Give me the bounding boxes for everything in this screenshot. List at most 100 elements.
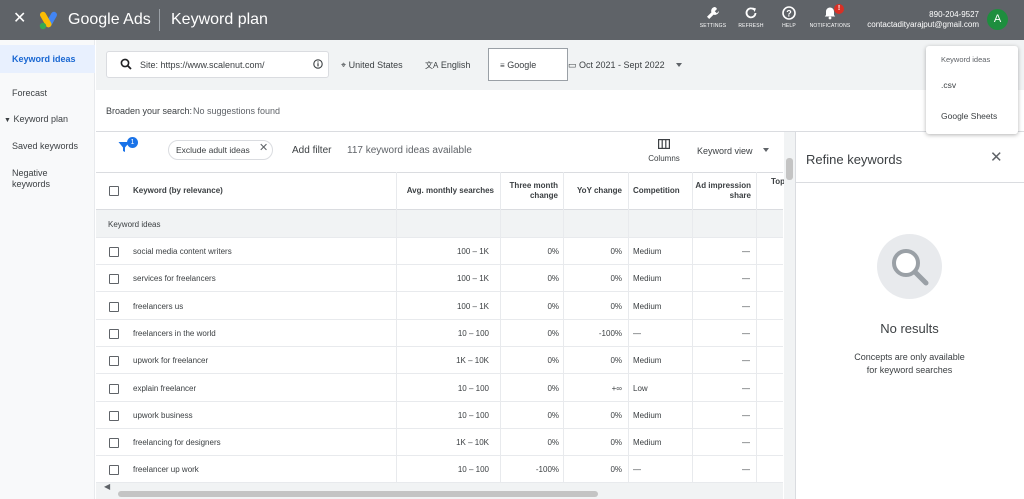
no-results-line1: Concepts are only available [854,352,965,362]
network-filter-label: ≡ Google [500,60,536,70]
download-sheets-option[interactable]: Google Sheets [941,111,997,121]
close-icon[interactable]: ✕ [13,11,26,27]
cell-comp: — [633,465,641,475]
add-filter-button[interactable]: Add filter [292,145,331,156]
cell-keyword[interactable]: freelancing for designers [133,438,221,447]
keyword-view-dropdown[interactable]: Keyword view [697,146,753,156]
refine-divider [795,182,1024,183]
notifications-label: NOTIFICATIONS [809,23,851,29]
col-header-yoy[interactable]: YoY change [563,186,622,196]
table-row[interactable]: social media content writers 100 – 1K 0% 0%… [96,238,783,265]
language-filter[interactable]: 文A English [425,60,470,71]
col-header-ad-impression-line2: share [729,191,751,200]
broaden-label: Broaden your search: [106,106,193,116]
row-checkbox[interactable] [109,465,119,476]
cell-comp: Medium [633,301,662,311]
column-divider [563,172,564,483]
cell-share: — [742,356,750,366]
google-ads-logo [39,11,57,30]
cell-avg: 10 – 100 [457,465,489,475]
row-checkbox[interactable] [109,356,119,367]
select-all-checkbox[interactable] [109,186,119,196]
notifications-button[interactable]: ! NOTIFICATIONS [806,4,854,29]
cell-keyword[interactable]: upwork for freelancer [133,356,208,365]
col-header-ad-impression[interactable]: Ad impression share [693,181,751,201]
columns-button[interactable]: Columns [646,139,682,163]
row-checkbox[interactable] [109,301,119,312]
sidebar-item-keyword-ideas[interactable]: Keyword ideas [0,45,95,73]
col-header-avg-monthly[interactable]: Avg. monthly searches [396,186,494,196]
date-range-filter[interactable]: ▭ Oct 2021 - Sept 2022 [568,60,665,71]
keyword-view-caret-icon[interactable] [763,148,769,152]
table-row[interactable]: freelancer up work 10 – 100 -100% 0% — — [96,456,783,484]
calendar-icon: ▭ [568,60,577,70]
filter-count-badge: 1 [127,137,138,148]
row-checkbox[interactable] [109,383,119,394]
cell-keyword[interactable]: freelancers in the world [133,329,216,338]
cell-keyword[interactable]: social media content writers [133,247,232,256]
table-row[interactable]: upwork business 10 – 100 0% 0% Medium — [96,401,783,429]
table-row[interactable]: explain freelancer 10 – 100 0% +∞ Low — [96,374,783,402]
table-row[interactable]: services for freelancers 100 – 1K 0% 0% Medi… [96,265,783,293]
cell-avg: 1K – 10K [456,356,489,366]
row-checkbox[interactable] [109,328,119,339]
cell-avg: 10 – 100 [457,410,489,420]
table-row[interactable]: freelancers us 100 – 1K 0% 0% Medium — [96,292,783,320]
avatar[interactable]: A [987,9,1008,30]
sidebar [0,40,95,499]
cell-share: — [742,247,750,256]
cell-three: 0% [547,301,559,311]
horizontal-scroll-thumb[interactable] [118,491,598,497]
cell-keyword[interactable]: services for freelancers [133,274,216,283]
sidebar-item-forecast[interactable]: Forecast [0,88,95,98]
cell-share: — [742,274,750,284]
row-checkbox[interactable] [109,247,119,257]
cell-comp: Medium [633,356,662,366]
cell-keyword[interactable]: upwork business [133,411,193,420]
cell-keyword[interactable]: freelancer up work [133,465,199,474]
cell-keyword[interactable]: explain freelancer [133,384,196,393]
cell-three: 0% [547,410,559,420]
cell-three: -100% [535,465,559,475]
vertical-scrollbar[interactable] [784,132,795,499]
info-icon[interactable] [313,59,323,69]
cell-comp: Medium [633,410,662,420]
table-row[interactable]: freelancers in the world 10 – 100 0% -100% —… [96,319,783,347]
table-row[interactable]: freelancing for designers 1K – 10K 0% 0% Med… [96,429,783,457]
sidebar-item-saved-keywords[interactable]: Saved keywords [0,141,95,151]
row-checkbox[interactable] [109,438,119,449]
refresh-icon [745,7,757,19]
download-csv-option[interactable]: .csv [941,80,956,90]
table-row[interactable]: upwork for freelancer 1K – 10K 0% 0% Medium — [96,347,783,375]
header-divider [159,9,160,31]
cell-avg: 100 – 1K [456,274,489,284]
date-range-caret-icon[interactable] [676,63,682,67]
col-header-competition[interactable]: Competition [633,186,680,196]
row-checkbox[interactable] [109,410,119,421]
cell-avg: 10 – 100 [457,328,489,338]
col-header-three-month[interactable]: Three month change [500,181,558,201]
cell-keyword[interactable]: freelancers us [133,302,183,311]
cell-yoy: -100% [598,328,622,338]
sidebar-item-keyword-plan[interactable]: ▼ Keyword plan [0,114,95,124]
row-checkbox[interactable] [109,274,119,285]
col-header-keyword[interactable]: Keyword (by relevance) [133,186,223,196]
chip-remove-icon[interactable]: ✕ [259,143,268,154]
cell-yoy: 0% [610,465,622,475]
scroll-left-icon[interactable]: ◀ [104,482,110,491]
page-title: Keyword plan [171,11,268,28]
vertical-scroll-thumb[interactable] [786,158,793,180]
sidebar-item-label: Keyword plan [13,114,68,124]
cell-three: 0% [547,438,559,448]
sidebar-item-negative-keywords[interactable]: Negative keywords [0,168,80,190]
col-header-top[interactable]: Top [771,177,785,187]
search-icon [120,58,132,70]
download-menu-heading: Keyword ideas [941,55,991,64]
column-divider [500,172,501,483]
location-filter[interactable]: ⌖ United States [341,60,403,71]
cell-comp: — [633,328,641,338]
column-divider [756,172,757,483]
refine-keywords-panel [795,132,1024,499]
columns-label: Columns [648,154,680,163]
close-icon[interactable]: ✕ [990,150,1003,165]
